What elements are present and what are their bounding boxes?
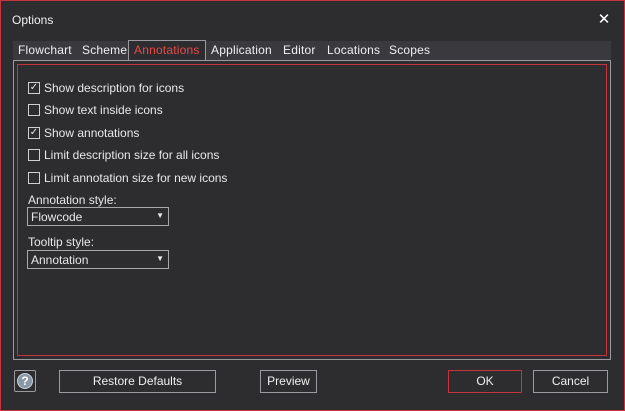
tab-scheme[interactable]: Scheme [77,41,132,60]
select-value: Flowcode [31,210,83,224]
limit-description-checkbox[interactable]: Limit description size for all icons [28,148,219,162]
check-icon: ✓ [28,127,40,139]
tab-flowchart[interactable]: Flowchart [13,41,77,60]
checkbox-box [28,149,40,161]
title-bar: Options ✕ [1,1,624,37]
checkbox-label: Limit annotation size for new icons [44,171,228,185]
annotation-style-select[interactable]: Flowcode ▼ [27,207,169,226]
show-description-checkbox[interactable]: ✓ Show description for icons [28,81,184,95]
show-annotations-checkbox[interactable]: ✓ Show annotations [28,126,139,140]
check-icon: ✓ [28,82,40,94]
preview-button[interactable]: Preview [260,370,317,393]
checkbox-label: Limit description size for all icons [44,148,220,162]
options-dialog: Options ✕ Flowchart Scheme Annotations A… [0,0,625,411]
window-title: Options [12,13,54,27]
chevron-down-icon: ▼ [156,211,164,220]
tab-locations[interactable]: Locations [322,41,385,60]
select-value: Annotation [31,253,89,267]
tab-annotations[interactable]: Annotations [128,40,206,60]
chevron-down-icon: ▼ [156,254,164,263]
help-icon: ? [17,373,33,389]
tab-scopes[interactable]: Scopes [384,41,435,60]
close-icon[interactable]: ✕ [594,11,614,29]
tab-editor[interactable]: Editor [278,41,321,60]
show-text-inside-checkbox[interactable]: Show text inside icons [28,103,163,117]
cancel-button[interactable]: Cancel [533,370,608,393]
tab-strip: Flowchart Scheme Annotations Application… [13,40,611,60]
limit-annotation-checkbox[interactable]: Limit annotation size for new icons [28,171,227,185]
checkbox-box [28,172,40,184]
ok-button[interactable]: OK [448,370,522,393]
checkbox-label: Show annotations [44,126,140,140]
checkbox-label: Show description for icons [44,81,185,95]
checkbox-box [28,104,40,116]
checkbox-label: Show text inside icons [44,103,163,117]
restore-defaults-button[interactable]: Restore Defaults [59,370,216,393]
annotation-style-label: Annotation style: [28,193,117,207]
help-button[interactable]: ? [14,370,36,392]
tooltip-style-select[interactable]: Annotation ▼ [27,250,169,269]
tab-application[interactable]: Application [206,41,277,60]
tooltip-style-label: Tooltip style: [28,235,95,249]
